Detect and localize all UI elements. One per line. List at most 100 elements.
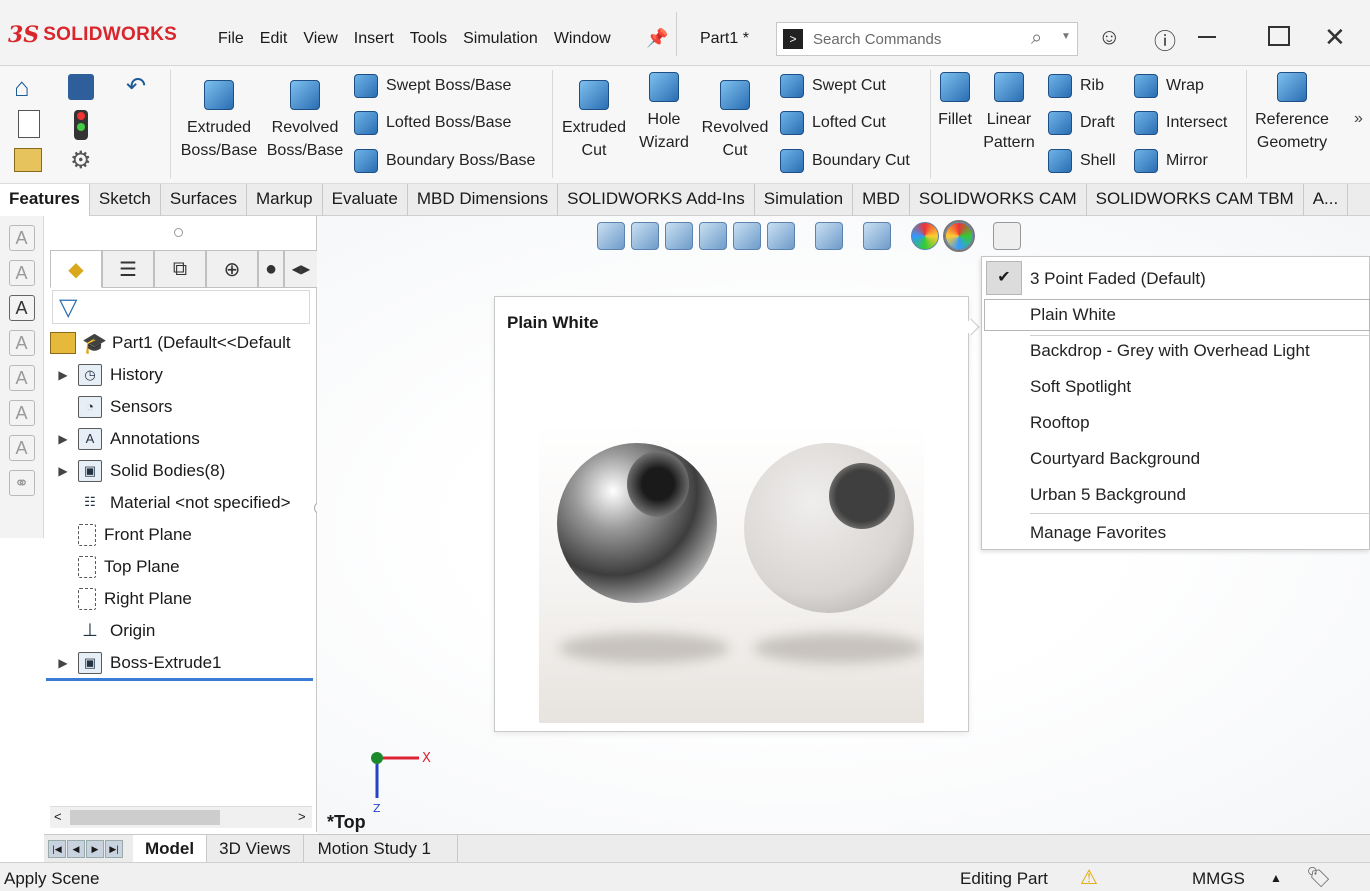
boundary-cut-button[interactable]: Boundary Cut [780, 149, 910, 173]
maximize-icon[interactable] [1268, 26, 1290, 46]
tab-simulation[interactable]: Simulation [755, 184, 854, 216]
link-icon[interactable]: ⚭ [8, 470, 35, 496]
home-icon[interactable]: ⌂ [14, 72, 48, 102]
menu-edit[interactable]: Edit [252, 30, 296, 48]
scroll-thumb[interactable] [70, 810, 220, 825]
scene-item-urban-5[interactable]: Urban 5 Background [1030, 485, 1186, 505]
note-lock-icon[interactable]: A [8, 365, 35, 391]
tab-more[interactable]: A... [1304, 184, 1349, 216]
fillet-button[interactable]: Fillet [934, 72, 976, 131]
draft-button[interactable]: Draft [1048, 111, 1115, 135]
scene-item-rooftop[interactable]: Rooftop [1030, 413, 1090, 433]
ribbon-more-chevron-icon[interactable]: » [1354, 110, 1363, 128]
tree-item-solid-bodies[interactable]: ▶ ▣ Solid Bodies(8) [56, 456, 225, 486]
auto-insert-icon[interactable]: A [8, 295, 35, 321]
feature-tree-tab-icon[interactable]: ◆ [50, 250, 102, 288]
tab-evaluate[interactable]: Evaluate [323, 184, 408, 216]
filter-funnel-icon[interactable]: ▽ [59, 293, 77, 322]
menu-window[interactable]: Window [546, 30, 619, 48]
scene-item-3-point-faded[interactable]: 3 Point Faded (Default) [1030, 269, 1206, 289]
section-view-icon[interactable] [699, 222, 727, 250]
view-settings-icon[interactable] [993, 222, 1021, 250]
tab-markup[interactable]: Markup [247, 184, 323, 216]
reference-geometry-button[interactable]: Reference Geometry [1250, 72, 1334, 154]
tag-icon[interactable]: 🏷 [1306, 865, 1331, 890]
next-tab-icon[interactable]: ▶ [86, 839, 104, 858]
rollback-bar[interactable] [46, 678, 313, 681]
lofted-boss-button[interactable]: Lofted Boss/Base [354, 111, 511, 135]
tree-item-boss-extrude1[interactable]: ▶ ▣ Boss-Extrude1 [56, 648, 222, 678]
menu-view[interactable]: View [295, 30, 345, 48]
tree-item-top-plane[interactable]: Top Plane [56, 552, 180, 582]
lofted-cut-button[interactable]: Lofted Cut [780, 111, 886, 135]
user-account-icon[interactable]: ☺ [1098, 24, 1120, 50]
tab-motion-study-1[interactable]: Motion Study 1 [304, 835, 459, 862]
dynamic-annotation-icon[interactable] [733, 222, 761, 250]
shell-button[interactable]: Shell [1048, 149, 1116, 173]
mirror-button[interactable]: Mirror [1134, 149, 1208, 173]
edit-appearance-icon[interactable] [911, 222, 939, 250]
minimize-icon[interactable] [1198, 36, 1216, 38]
tree-item-material[interactable]: ☷ Material <not specified> [56, 488, 290, 518]
close-icon[interactable]: ✕ [1324, 22, 1346, 53]
search-dropdown-icon[interactable]: ▼ [1061, 31, 1071, 42]
extruded-boss-button[interactable]: Extruded Boss/Base [180, 80, 258, 162]
menu-insert[interactable]: Insert [346, 30, 402, 48]
panel-handle-icon[interactable] [174, 228, 183, 237]
horizontal-scrollbar[interactable]: < > [50, 806, 312, 828]
save-icon[interactable] [68, 74, 94, 100]
swept-boss-button[interactable]: Swept Boss/Base [354, 74, 511, 98]
scroll-left-icon[interactable]: < [54, 809, 62, 824]
hole-wizard-button[interactable]: Hole Wizard [632, 72, 696, 154]
note-print-icon[interactable]: A [8, 400, 35, 426]
expand-arrow-icon[interactable]: ▶ [56, 432, 70, 446]
configuration-manager-tab-icon[interactable]: ⧉ [154, 250, 206, 288]
property-manager-tab-icon[interactable]: ☰ [102, 250, 154, 288]
menu-file[interactable]: File [210, 30, 252, 48]
intersect-button[interactable]: Intersect [1134, 111, 1227, 135]
apply-scene-icon[interactable] [943, 220, 975, 252]
open-file-icon[interactable] [14, 148, 42, 172]
smart-dimension-icon[interactable]: A [8, 260, 35, 286]
tab-sketch[interactable]: Sketch [90, 184, 161, 216]
dimxpert-tab-icon[interactable]: ⊕ [206, 250, 258, 288]
scene-item-soft-spotlight[interactable]: Soft Spotlight [1030, 377, 1131, 397]
revolved-boss-button[interactable]: Revolved Boss/Base [266, 80, 344, 162]
expand-arrow-icon[interactable]: ▶ [56, 368, 70, 382]
tab-mbd-dimensions[interactable]: MBD Dimensions [408, 184, 559, 216]
boundary-boss-button[interactable]: Boundary Boss/Base [354, 149, 535, 173]
solidworks-logo[interactable]: 3S SOLIDWORKS [8, 22, 177, 48]
tab-solidworks-cam[interactable]: SOLIDWORKS CAM [910, 184, 1087, 216]
tab-surfaces[interactable]: Surfaces [161, 184, 247, 216]
pin-icon[interactable]: 📌 [646, 28, 668, 49]
tree-item-history[interactable]: ▶ ◷ History [56, 360, 163, 390]
add-note-icon[interactable]: A [8, 330, 35, 356]
wrap-button[interactable]: Wrap [1134, 74, 1204, 98]
search-commands-field[interactable]: > Search Commands ⌕ ▼ [776, 22, 1078, 56]
note-style-icon[interactable]: A [8, 435, 35, 461]
last-tab-icon[interactable]: ▶| [105, 839, 123, 858]
tab-mbd[interactable]: MBD [853, 184, 910, 216]
tab-model[interactable]: Model [133, 835, 208, 862]
tab-solidworks-add-ins[interactable]: SOLIDWORKS Add-Ins [558, 184, 755, 216]
undo-icon[interactable]: ↶ [126, 72, 146, 101]
scene-item-courtyard[interactable]: Courtyard Background [1030, 449, 1200, 469]
tree-item-annotations[interactable]: ▶ A Annotations [56, 424, 200, 454]
scene-item-plain-white[interactable]: Plain White [1030, 305, 1116, 325]
linear-pattern-button[interactable]: Linear Pattern [980, 72, 1038, 154]
rib-button[interactable]: Rib [1048, 74, 1104, 98]
note-icon[interactable]: A [8, 225, 35, 251]
revolved-cut-button[interactable]: Revolved Cut [698, 80, 772, 162]
scene-item-backdrop[interactable]: Backdrop - Grey with Overhead Light [1030, 341, 1310, 361]
unit-system-arrow-icon[interactable]: ▲ [1270, 871, 1282, 885]
tab-scroll-arrows-icon[interactable]: ◀▶ [284, 250, 318, 288]
tree-root-part[interactable]: 🎓 Part1 (Default<<Default [50, 328, 291, 358]
tree-item-sensors[interactable]: ◔ Sensors [56, 392, 172, 422]
hide-show-items-icon[interactable] [863, 222, 891, 250]
extruded-cut-button[interactable]: Extruded Cut [558, 80, 630, 162]
rebuild-traffic-light-icon[interactable] [74, 110, 88, 140]
new-document-icon[interactable] [18, 110, 40, 138]
previous-view-icon[interactable] [665, 222, 693, 250]
first-tab-icon[interactable]: |◀ [48, 839, 66, 858]
tree-item-origin[interactable]: ⊥ Origin [56, 616, 155, 646]
